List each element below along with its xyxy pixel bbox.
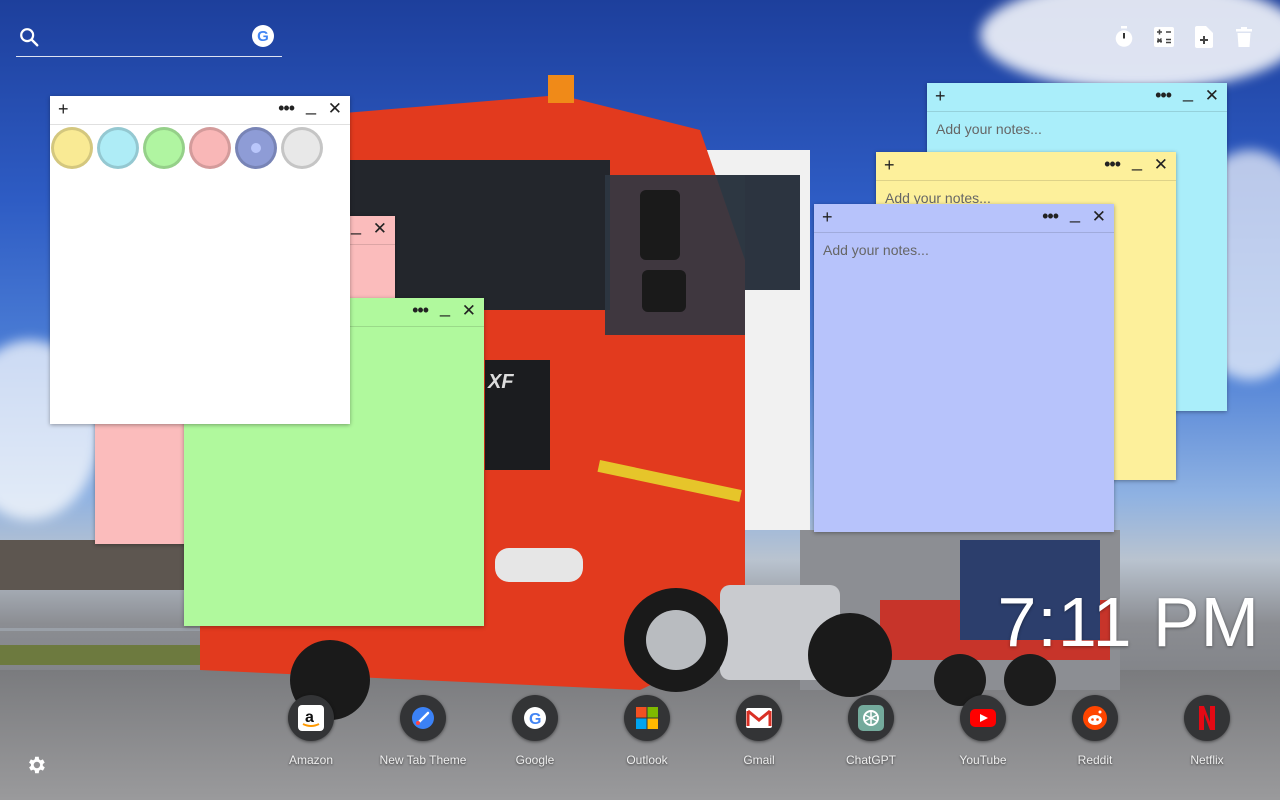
shortcut-youtube[interactable]: YouTube bbox=[927, 695, 1039, 767]
add-icon[interactable]: + bbox=[822, 207, 833, 227]
shortcut-label: Gmail bbox=[743, 753, 775, 767]
color-swatch-yellow[interactable] bbox=[51, 127, 93, 169]
more-icon[interactable]: ••• bbox=[1042, 206, 1059, 226]
gear-icon[interactable] bbox=[25, 754, 47, 776]
google-icon: G bbox=[512, 695, 558, 741]
note-header: + ••• _ ✕ bbox=[927, 82, 1227, 112]
minimize-icon[interactable]: _ bbox=[1070, 203, 1080, 223]
minimize-icon[interactable]: _ bbox=[1183, 82, 1193, 102]
close-icon[interactable]: ✕ bbox=[462, 301, 476, 321]
chatgpt-icon bbox=[848, 695, 894, 741]
calculator-icon[interactable] bbox=[1154, 26, 1174, 48]
add-note-icon[interactable] bbox=[1194, 26, 1214, 48]
shortcut-label: Google bbox=[515, 753, 555, 767]
color-picker bbox=[50, 125, 350, 171]
minimize-icon[interactable]: _ bbox=[351, 215, 361, 235]
note-textarea[interactable] bbox=[814, 233, 1114, 532]
note-header: + ••• _ ✕ bbox=[814, 203, 1114, 233]
svg-text:G: G bbox=[529, 711, 541, 728]
shortcut-outlook[interactable]: Outlook bbox=[591, 695, 703, 767]
new-tab-theme-icon bbox=[400, 695, 446, 741]
search-bar: G bbox=[16, 22, 282, 57]
add-icon[interactable]: + bbox=[935, 86, 946, 106]
shortcut-label: Reddit bbox=[1077, 753, 1113, 767]
add-icon[interactable]: + bbox=[884, 155, 895, 175]
google-icon[interactable]: G bbox=[252, 25, 274, 47]
note-header: + ••• _ ✕ bbox=[50, 95, 350, 125]
shortcut-label: Netflix bbox=[1190, 753, 1224, 767]
color-swatch-purple[interactable] bbox=[235, 127, 277, 169]
minimize-icon[interactable]: _ bbox=[306, 95, 316, 115]
reddit-icon bbox=[1072, 695, 1118, 741]
svg-text:a: a bbox=[305, 709, 314, 726]
color-swatch-white[interactable] bbox=[281, 127, 323, 169]
more-icon[interactable]: ••• bbox=[1155, 85, 1172, 105]
sticky-note: + ••• _ ✕ bbox=[814, 203, 1114, 532]
selected-dot bbox=[251, 143, 261, 153]
minimize-icon[interactable]: _ bbox=[1132, 151, 1142, 171]
shortcut-chatgpt[interactable]: ChatGPT bbox=[815, 695, 927, 767]
more-icon[interactable]: ••• bbox=[278, 98, 295, 118]
color-swatch-blue[interactable] bbox=[97, 127, 139, 169]
close-icon[interactable]: ✕ bbox=[1092, 207, 1106, 227]
youtube-icon bbox=[960, 695, 1006, 741]
color-swatch-green[interactable] bbox=[143, 127, 185, 169]
top-toolbar bbox=[1114, 26, 1254, 48]
shortcut-amazon[interactable]: a Amazon bbox=[255, 695, 367, 767]
trash-icon[interactable] bbox=[1234, 26, 1254, 48]
search-icon[interactable] bbox=[18, 26, 40, 53]
minimize-icon[interactable]: _ bbox=[440, 297, 450, 317]
close-icon[interactable]: ✕ bbox=[373, 219, 387, 239]
shortcut-label: Amazon bbox=[288, 753, 334, 767]
shortcut-gmail[interactable]: Gmail bbox=[703, 695, 815, 767]
shortcut-reddit[interactable]: Reddit bbox=[1039, 695, 1151, 767]
clock: 7:11 PM bbox=[997, 583, 1260, 661]
add-icon[interactable]: + bbox=[58, 99, 69, 119]
close-icon[interactable]: ✕ bbox=[1205, 86, 1219, 106]
timer-icon[interactable] bbox=[1114, 26, 1134, 48]
shortcut-bar: a Amazon New Tab Theme G Google Outlook … bbox=[255, 695, 1265, 767]
svg-text:XF: XF bbox=[487, 371, 514, 393]
shortcut-google[interactable]: G Google bbox=[479, 695, 591, 767]
shortcut-label: Outlook bbox=[626, 753, 668, 767]
sticky-note-with-color-picker: + ••• _ ✕ bbox=[50, 95, 350, 424]
shortcut-label: ChatGPT bbox=[845, 753, 896, 767]
shortcut-netflix[interactable]: Netflix bbox=[1151, 695, 1263, 767]
shortcut-new-tab-theme[interactable]: New Tab Theme bbox=[367, 695, 479, 767]
close-icon[interactable]: ✕ bbox=[328, 99, 342, 119]
microsoft-icon bbox=[624, 695, 670, 741]
note-header: + ••• _ ✕ bbox=[876, 151, 1176, 181]
gmail-icon bbox=[736, 695, 782, 741]
color-swatch-pink[interactable] bbox=[189, 127, 231, 169]
search-input[interactable] bbox=[50, 28, 254, 50]
shortcut-label: YouTube bbox=[959, 753, 1007, 767]
shortcut-label: New Tab Theme bbox=[379, 753, 467, 767]
more-icon[interactable]: ••• bbox=[412, 300, 429, 320]
amazon-icon: a bbox=[288, 695, 334, 741]
netflix-icon bbox=[1184, 695, 1230, 741]
close-icon[interactable]: ✕ bbox=[1154, 155, 1168, 175]
more-icon[interactable]: ••• bbox=[1104, 154, 1121, 174]
